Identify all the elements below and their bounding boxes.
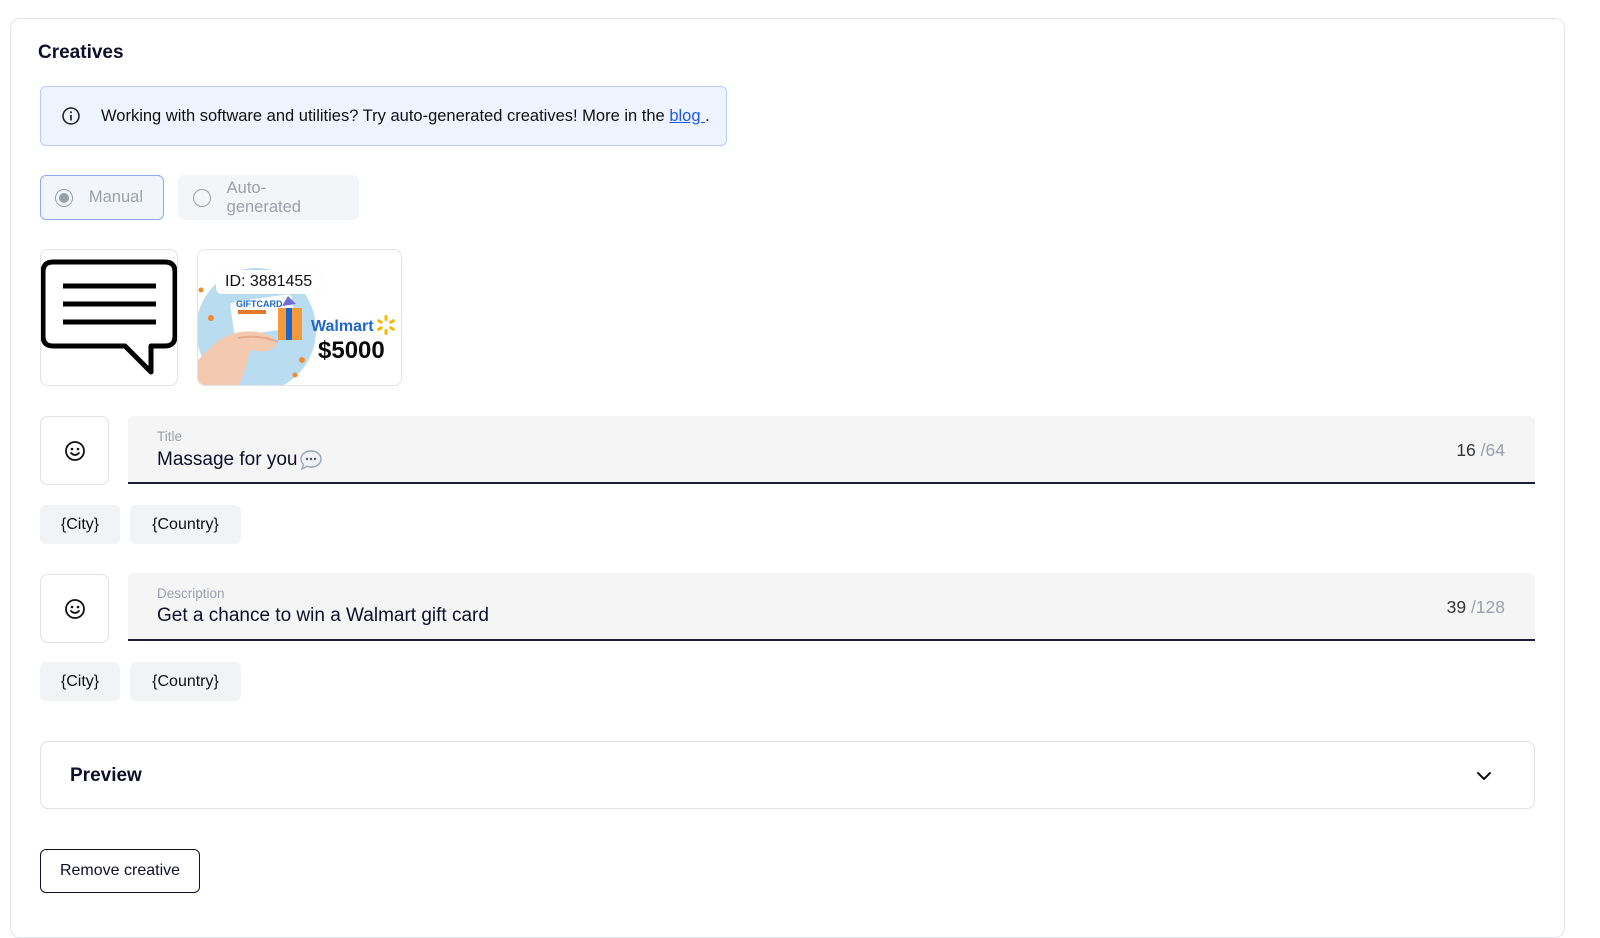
walmart-brand-text: Walmart bbox=[311, 318, 374, 335]
banner-text: Working with software and utilities? Try… bbox=[101, 106, 710, 125]
title-emoji-button[interactable] bbox=[40, 416, 109, 485]
info-icon bbox=[61, 106, 81, 126]
macro-chip-country[interactable]: {Country} bbox=[130, 505, 241, 544]
smiley-icon bbox=[64, 598, 85, 619]
creative-type-thumbnail-text[interactable] bbox=[40, 249, 178, 386]
radio-auto-generated[interactable]: Auto-generated bbox=[178, 175, 359, 220]
description-field[interactable]: Description Get a chance to win a Walmar… bbox=[128, 573, 1535, 641]
description-char-counter: 39 /128 bbox=[1446, 597, 1505, 617]
macro-chip-country[interactable]: {Country} bbox=[130, 662, 241, 701]
preview-title: Preview bbox=[70, 765, 142, 786]
radio-manual-label: Manual bbox=[88, 188, 143, 206]
preview-accordion[interactable]: Preview bbox=[40, 741, 1535, 809]
creative-mode-radio-group: Manual Auto-generated bbox=[40, 175, 359, 220]
radio-auto-generated-label: Auto-generated bbox=[226, 178, 301, 216]
section-title: Creatives bbox=[38, 42, 124, 63]
description-macro-chips: {City} {Country} bbox=[40, 662, 241, 701]
description-emoji-button[interactable] bbox=[40, 574, 109, 643]
title-macro-chips: {City} {Country} bbox=[40, 505, 241, 544]
remove-creative-button[interactable]: Remove creative bbox=[40, 849, 200, 893]
speech-bubble-icon bbox=[41, 259, 177, 375]
macro-chip-city[interactable]: {City} bbox=[40, 505, 120, 544]
image-id-badge: ID: 3881455 bbox=[216, 270, 322, 294]
smiley-icon bbox=[64, 440, 85, 461]
creative-image-thumbnail[interactable]: GIFTCARD Walmart $5000 ID: 3881455 bbox=[197, 249, 402, 386]
radio-checked-icon bbox=[55, 188, 73, 207]
title-field-value: Massage for you bbox=[157, 448, 324, 472]
speech-bubble-emoji-icon bbox=[300, 450, 323, 471]
info-banner: Working with software and utilities? Try… bbox=[40, 86, 727, 146]
radio-manual[interactable]: Manual bbox=[40, 175, 164, 220]
title-field-label: Title bbox=[157, 429, 183, 444]
radio-unchecked-icon bbox=[193, 188, 211, 207]
chevron-down-icon bbox=[1477, 772, 1491, 780]
title-char-counter: 16 /64 bbox=[1456, 440, 1505, 460]
description-field-label: Description bbox=[157, 586, 225, 601]
macro-chip-city[interactable]: {City} bbox=[40, 662, 120, 701]
giftcard-text: GIFTCARD bbox=[236, 299, 283, 309]
amount-text: $5000 bbox=[318, 337, 385, 364]
description-field-value: Get a chance to win a Walmart gift card bbox=[157, 605, 489, 626]
title-field[interactable]: Title Massage for you 16 /64 bbox=[128, 416, 1535, 484]
blog-link[interactable]: blog bbox=[669, 107, 705, 125]
